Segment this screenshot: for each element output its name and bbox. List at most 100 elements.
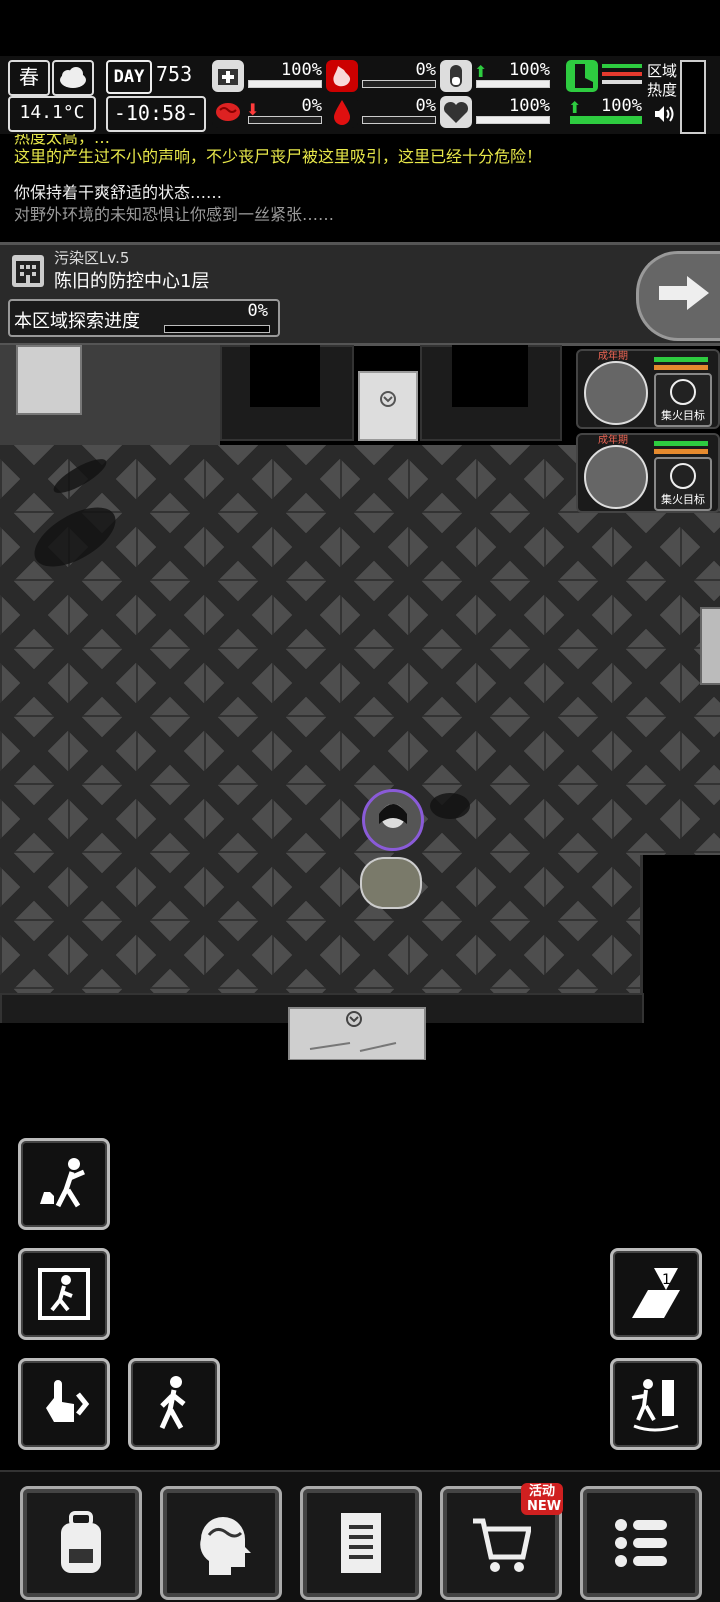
event-new-badge: 活动NEW (521, 1483, 563, 1515)
region-heat-bar (680, 60, 706, 134)
void (452, 345, 528, 407)
pill-stat: ⬆ 100% (440, 60, 550, 92)
crosshair-icon (670, 463, 696, 489)
clock-display: -10:58- (106, 96, 206, 132)
explore-progress-bar (164, 325, 270, 333)
stomach-icon (326, 60, 358, 92)
day-number: 753 (156, 62, 193, 86)
blood-stain (430, 793, 470, 819)
journal-button[interactable] (300, 1486, 422, 1600)
enemy-stamina-bar (654, 449, 708, 454)
focus-target-button[interactable]: 集火目标 (654, 373, 712, 427)
shopping-cart-icon (473, 1518, 531, 1572)
tap-hand-icon (46, 1380, 90, 1422)
brain-stat: ⬇ 0% (212, 96, 322, 128)
bottom-door[interactable] (288, 1007, 426, 1060)
enemy-stage: 成年期 (598, 351, 628, 362)
exit-button[interactable] (18, 1248, 110, 1340)
pill-icon (440, 60, 472, 92)
stairs-up-icon: 1 (632, 1268, 680, 1318)
enemy-hp-bar (654, 441, 708, 446)
season-indicator: 春 (8, 60, 50, 96)
cloud-icon (52, 60, 94, 96)
heart-icon (440, 96, 472, 128)
brain-bar (248, 116, 322, 124)
explore-progress-value: 0% (247, 301, 268, 321)
crosshair-icon (670, 379, 696, 405)
arrow-right-icon (659, 276, 709, 310)
walking-person-icon (159, 1376, 186, 1430)
log-line: 热度太高，… (14, 134, 111, 146)
zone-name: 陈旧的防控中心1层 (54, 271, 210, 292)
interact-button[interactable] (18, 1358, 110, 1450)
day-label: DAY (106, 60, 152, 94)
player-character[interactable] (362, 789, 424, 851)
stamina-value: 100% (601, 96, 642, 116)
heart-bar (476, 116, 550, 124)
stamina-line (602, 72, 642, 76)
backpack-button[interactable] (20, 1486, 142, 1600)
stamina-stat: ⬆ 100% (566, 96, 642, 128)
up-arrow-icon: ⬆ (568, 98, 582, 117)
zombie-bear-avatar (584, 361, 648, 425)
heart-value: 100% (509, 96, 550, 116)
backpack-icon (61, 1511, 101, 1573)
void (250, 345, 320, 407)
blood-stat: 0% (326, 96, 436, 128)
enemy-stage: 成年期 (598, 435, 628, 446)
floor-select-button[interactable]: 1 (610, 1248, 702, 1340)
enemy-stamina-bar (654, 365, 708, 370)
status-hud: 春 14.1°C DAY 753 -10:58- 100% 0% ⬆ 100% (0, 56, 720, 135)
notebook-icon (341, 1513, 381, 1573)
hunger-value: 0% (415, 60, 436, 80)
pet-command-button[interactable] (18, 1138, 110, 1230)
zombie-bear-avatar (584, 445, 648, 509)
health-bar (248, 80, 322, 88)
medkit-icon (212, 60, 244, 92)
void (0, 1023, 288, 1060)
speaker-icon[interactable] (652, 102, 676, 126)
location-panel: 污染区Lv.5 陈旧的防控中心1层 本区域探索进度 0% (0, 242, 720, 346)
locker-object[interactable] (16, 345, 82, 415)
enemy-card[interactable]: 成年期 集火目标 (576, 433, 720, 513)
zone-level: 污染区Lv.5 (54, 249, 130, 267)
blood-drop-icon (326, 96, 358, 128)
menu-button[interactable] (580, 1486, 702, 1600)
top-door[interactable] (358, 371, 418, 441)
hunger-bar (362, 80, 436, 88)
focus-target-label: 集火目标 (661, 493, 705, 506)
brain-head-icon (200, 1517, 251, 1575)
explore-label: 本区域探索进度 (14, 311, 140, 332)
brain-icon (212, 96, 244, 128)
shop-button[interactable]: 活动NEW (440, 1483, 563, 1600)
bottom-nav: 活动NEW (0, 1470, 720, 1602)
soldier-swap-icon (631, 1379, 679, 1432)
brain-value: 0% (301, 96, 322, 116)
side-door[interactable] (700, 607, 720, 685)
stamina-line (602, 80, 642, 84)
log-line: 你保持着干爽舒适的状态…… (14, 183, 223, 202)
health-stat: 100% (212, 60, 322, 92)
walk-button[interactable] (128, 1358, 220, 1450)
boot-icon (566, 60, 598, 92)
log-line: 这里的产生过不小的声响，不少丧尸丧尸被这里吸引，这里已经十分危险！ (14, 147, 543, 166)
blood-value: 0% (415, 96, 436, 116)
day-counter: DAY 753 (106, 60, 202, 94)
pet-wolf[interactable] (360, 857, 422, 909)
combat-stance-button[interactable] (610, 1358, 702, 1450)
stamina-bar (570, 116, 642, 124)
walk-with-dog-icon (40, 1158, 85, 1208)
next-area-button[interactable] (636, 251, 720, 341)
building-icon (12, 255, 44, 287)
pill-value: 100% (509, 60, 550, 80)
list-menu-icon (615, 1519, 667, 1567)
skills-button[interactable] (160, 1486, 282, 1600)
health-value: 100% (281, 60, 322, 80)
focus-target-button[interactable]: 集火目标 (654, 457, 712, 511)
message-log[interactable]: 热度太高，… 这里的产生过不小的声响，不少丧尸丧尸被这里吸引，这里已经十分危险！… (0, 134, 720, 238)
void (422, 1023, 720, 1060)
hunger-stat: 0% (326, 60, 436, 92)
enemy-card[interactable]: 成年期 集火目标 (576, 349, 720, 429)
stamina-line (602, 64, 642, 68)
game-map[interactable]: 成年期 集火目标 成年期 集火目标 (0, 345, 720, 1060)
